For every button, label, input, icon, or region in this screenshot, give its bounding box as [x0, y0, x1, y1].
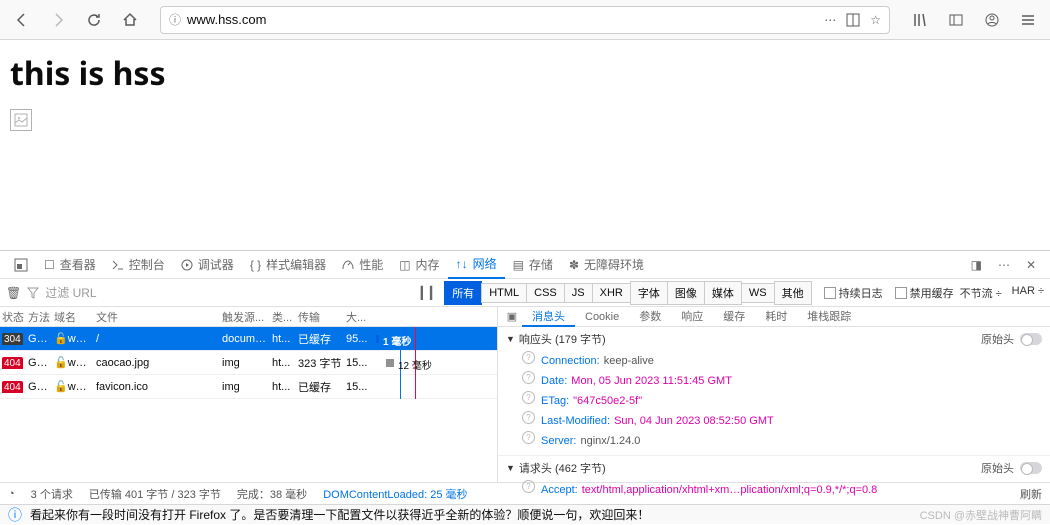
throttle-select[interactable]: 不节流 ÷: [960, 285, 1002, 301]
filter-all[interactable]: 所有: [444, 281, 482, 305]
broken-image-icon: [10, 109, 32, 131]
details-tab-stack[interactable]: 堆栈跟踪: [797, 307, 861, 327]
filter-bar: 🗑 过滤 URL ▎▎ 所有 HTML CSS JS XHR 字体 图像 媒体 …: [0, 279, 1050, 307]
home-button[interactable]: [116, 6, 144, 34]
menu-icon[interactable]: [1014, 6, 1042, 34]
url-bar[interactable]: ⓘ www.hss.com ⋯ ☆: [160, 6, 890, 34]
filter-css[interactable]: CSS: [526, 283, 565, 303]
details-tab-cache[interactable]: 缓存: [713, 307, 755, 327]
reload-button[interactable]: [80, 6, 108, 34]
filter-ws[interactable]: WS: [741, 283, 775, 303]
request-row[interactable]: 304GET🔓ww.../docume...ht...已缓存95...1 毫秒: [0, 327, 497, 351]
details-tab-headers[interactable]: 消息头: [522, 307, 575, 327]
request-list: 状态 方法 域名 文件 触发源... 类... 传输 大... 0 毫秒 | 8…: [0, 307, 498, 482]
clear-icon[interactable]: 🗑: [6, 286, 21, 300]
footer-message: 看起来你有一段时间没有打开 Firefox 了。是否要清理一下配置文件以获得近乎…: [30, 506, 649, 523]
devtools-close-icon[interactable]: ✕: [1018, 251, 1044, 279]
tab-console[interactable]: 控制台: [104, 251, 173, 279]
filter-other[interactable]: 其他: [774, 281, 812, 305]
tab-inspector[interactable]: ☐ 查看器: [36, 251, 104, 279]
tab-accessibility[interactable]: ✽ 无障碍环境: [561, 251, 652, 279]
request-list-header: 状态 方法 域名 文件 触发源... 类... 传输 大... 0 毫秒 | 8…: [0, 307, 497, 327]
tab-storage[interactable]: ▤ 存储: [505, 251, 561, 279]
header-row: ?Connection:keep-alive: [522, 351, 1042, 371]
details-tab-timings[interactable]: 耗时: [755, 307, 797, 327]
filter-js[interactable]: JS: [564, 283, 593, 303]
iframe-picker-icon[interactable]: [6, 251, 36, 279]
star-icon[interactable]: ☆: [870, 13, 881, 27]
more-icon[interactable]: ⋯: [824, 13, 836, 27]
filter-images[interactable]: 图像: [667, 281, 705, 305]
devtools-more-icon[interactable]: ⋯: [990, 251, 1018, 279]
tab-performance[interactable]: 性能: [334, 251, 391, 279]
devtools: ☐ 查看器 控制台 调试器 { } 样式编辑器 性能 ◫ 内存 ↑↓ 网络 ▤ …: [0, 250, 1050, 504]
request-headers-section: ▼ 请求头 (462 字节) 原始头 ?Accept:text/html,app…: [498, 456, 1050, 505]
forward-button[interactable]: [44, 6, 72, 34]
pause-icon[interactable]: ▎▎: [421, 286, 439, 300]
request-row[interactable]: 404GET🔓ww...favicon.icoimght...已缓存15...: [0, 375, 497, 399]
filter-fonts[interactable]: 字体: [630, 281, 668, 305]
library-icon[interactable]: [906, 6, 934, 34]
filter-media[interactable]: 媒体: [704, 281, 742, 305]
toggle-sidebar-icon[interactable]: ▣: [502, 310, 522, 323]
disable-cache-checkbox[interactable]: 禁用缓存: [895, 285, 954, 301]
info-icon: ⓘ: [8, 505, 22, 525]
header-row: ?Accept:text/html,application/xhtml+xm…p…: [522, 480, 1042, 500]
page-content: this is hss: [0, 40, 1050, 245]
url-text: www.hss.com: [187, 12, 818, 27]
filter-xhr[interactable]: XHR: [592, 283, 631, 303]
details-tab-cookie[interactable]: Cookie: [575, 307, 629, 327]
details-tab-params[interactable]: 参数: [629, 307, 671, 327]
footer-notification: ⓘ 看起来你有一段时间没有打开 Firefox 了。是否要清理一下配置文件以获得…: [0, 504, 1050, 524]
header-row: ?ETag:"647c50e2-5f": [522, 391, 1042, 411]
tab-style-editor[interactable]: { } 样式编辑器: [242, 251, 334, 279]
reader-icon[interactable]: [846, 13, 860, 27]
raw-toggle[interactable]: [1020, 462, 1042, 474]
devtools-tab-bar: ☐ 查看器 控制台 调试器 { } 样式编辑器 性能 ◫ 内存 ↑↓ 网络 ▤ …: [0, 251, 1050, 279]
chevron-down-icon: ▼: [506, 463, 515, 473]
request-row[interactable]: 404GET🔓ww...caocao.jpgimght...323 字节15..…: [0, 351, 497, 375]
filter-html[interactable]: HTML: [481, 283, 527, 303]
sidebar-icon[interactable]: [942, 6, 970, 34]
header-row: ?Date:Mon, 05 Jun 2023 11:51:45 GMT: [522, 371, 1042, 391]
browser-toolbar: ⓘ www.hss.com ⋯ ☆: [0, 0, 1050, 40]
perf-icon[interactable]: ◔: [8, 488, 15, 500]
dock-side-icon[interactable]: ◨: [963, 251, 990, 279]
tab-memory[interactable]: ◫ 内存: [391, 251, 447, 279]
account-icon[interactable]: [978, 6, 1006, 34]
page-heading: this is hss: [10, 52, 1040, 95]
header-row: ?Server:nginx/1.24.0: [522, 431, 1042, 451]
har-select[interactable]: HAR ÷: [1012, 285, 1044, 301]
filter-input[interactable]: 过滤 URL: [27, 284, 337, 301]
type-filters: 所有 HTML CSS JS XHR 字体 图像 媒体 WS 其他: [445, 281, 811, 305]
details-tabs: ▣ 消息头 Cookie 参数 响应 缓存 耗时 堆栈跟踪: [498, 307, 1050, 327]
response-headers-section: ▼ 响应头 (179 字节) 原始头 ?Connection:keep-aliv…: [498, 327, 1050, 456]
watermark: CSDN @赤壁战神曹阿瞒: [920, 507, 1042, 523]
header-row: ?Last-Modified:Sun, 04 Jun 2023 08:52:50…: [522, 411, 1042, 431]
chevron-down-icon: ▼: [506, 334, 515, 344]
tab-debugger[interactable]: 调试器: [173, 251, 242, 279]
details-panel: ▣ 消息头 Cookie 参数 响应 缓存 耗时 堆栈跟踪 ▼ 响应头 (179…: [498, 307, 1050, 482]
persist-logs-checkbox[interactable]: 持续日志: [824, 285, 883, 301]
tab-network[interactable]: ↑↓ 网络: [448, 251, 505, 279]
raw-toggle[interactable]: [1020, 333, 1042, 345]
details-tab-response[interactable]: 响应: [671, 307, 713, 327]
info-icon: ⓘ: [169, 11, 181, 28]
back-button[interactable]: [8, 6, 36, 34]
